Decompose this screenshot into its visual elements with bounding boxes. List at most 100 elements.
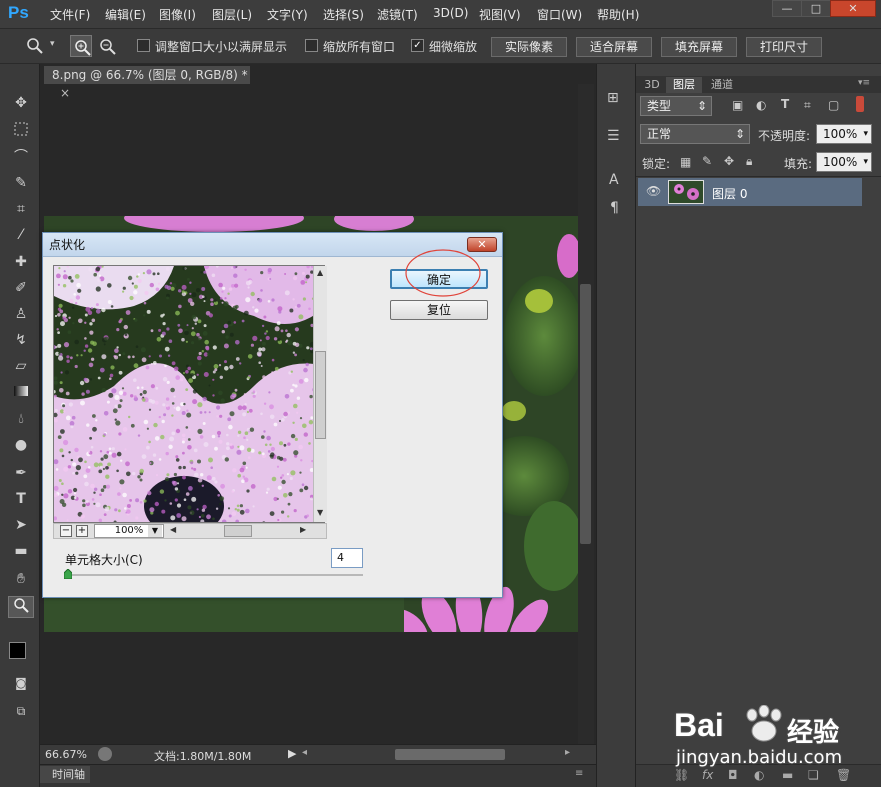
reset-button[interactable]: 复位: [390, 300, 488, 320]
menu-type[interactable]: 文字(Y): [267, 6, 308, 23]
print-size-button[interactable]: 打印尺寸: [746, 37, 822, 57]
tab-layers[interactable]: 图层: [666, 77, 702, 93]
tab-3d[interactable]: 3D: [640, 77, 664, 93]
panel-menu-icon[interactable]: ▾≡: [858, 78, 870, 88]
menu-bar: Ps 文件(F) 编辑(E) 图像(I) 图层(L) 文字(Y) 选择(S) 滤…: [0, 0, 881, 29]
preview-zoom-in-button[interactable]: +: [76, 525, 88, 537]
lock-transparency-icon[interactable]: ▦: [680, 155, 691, 169]
lock-all-icon[interactable]: 🔒︎: [746, 154, 752, 169]
canvas-vertical-scroll-thumb[interactable]: [580, 284, 591, 544]
scrubby-zoom-checkbox[interactable]: ✓: [411, 39, 424, 52]
filter-preview[interactable]: [53, 265, 325, 523]
actual-pixels-button[interactable]: 实际像素: [491, 37, 567, 57]
eraser-tool-icon[interactable]: ▱: [11, 357, 31, 375]
history-brush-tool-icon[interactable]: ↯: [11, 331, 31, 349]
menu-layer[interactable]: 图层(L): [212, 6, 252, 23]
menu-3d[interactable]: 3D(D): [433, 6, 468, 20]
layer-row[interactable]: 👁︎ 图层 0: [638, 178, 862, 206]
move-tool-icon[interactable]: ✥: [11, 94, 31, 112]
foreground-color-swatch[interactable]: [9, 642, 26, 659]
menu-filter[interactable]: 滤镜(T): [377, 6, 418, 23]
fit-screen-button[interactable]: 适合屏幕: [576, 37, 652, 57]
hscroll-left-icon[interactable]: ◂: [302, 747, 307, 758]
timeline-tab[interactable]: 时间轴: [40, 766, 90, 783]
character-panel-icon[interactable]: A: [609, 172, 619, 188]
document-close-icon[interactable]: ×: [60, 86, 70, 100]
filter-kind-select[interactable]: 类型 ⇕: [640, 96, 712, 116]
hscroll-right-icon[interactable]: ▸: [565, 747, 570, 758]
maximize-button[interactable]: □: [801, 0, 831, 17]
quick-mask-icon[interactable]: ◙: [11, 674, 31, 692]
filter-shape-icon[interactable]: ⌗: [804, 98, 811, 113]
layer-visibility-eye-icon[interactable]: 👁︎: [646, 184, 661, 198]
menu-image[interactable]: 图像(I): [159, 6, 196, 23]
preview-vscroll-thumb[interactable]: [315, 351, 326, 439]
menu-view[interactable]: 视图(V): [479, 6, 521, 23]
status-menu-icon[interactable]: [98, 747, 112, 761]
canvas-vertical-scrollbar[interactable]: [578, 84, 594, 744]
cell-size-slider-thumb[interactable]: [63, 568, 73, 580]
history-panel-icon[interactable]: ⊞: [607, 90, 619, 106]
preview-hscroll-thumb[interactable]: [224, 525, 252, 537]
marquee-tool-icon[interactable]: [11, 121, 31, 139]
properties-panel-icon[interactable]: ☰: [607, 128, 620, 144]
crop-tool-icon[interactable]: ⌗: [11, 200, 31, 218]
pen-tool-icon[interactable]: ✒: [11, 464, 31, 482]
cell-size-slider-track[interactable]: [65, 574, 363, 576]
document-tab[interactable]: 8.png @ 66.7% (图层 0, RGB/8) * ×: [44, 66, 250, 100]
filter-pixel-icon[interactable]: ▣: [732, 98, 743, 112]
eyedropper-tool-icon[interactable]: ⁄: [11, 226, 31, 244]
layer-name[interactable]: 图层 0: [712, 185, 747, 202]
zoom-out-icon[interactable]: [96, 35, 118, 57]
gradient-tool-icon[interactable]: [11, 384, 31, 402]
brush-tool-icon[interactable]: ✐: [11, 279, 31, 297]
lock-pixels-icon[interactable]: ✎: [702, 154, 712, 168]
blend-mode-select[interactable]: 正常 ⇕: [640, 124, 750, 144]
menu-file[interactable]: 文件(F): [50, 6, 90, 23]
filter-adjustment-icon[interactable]: ◐: [756, 98, 766, 112]
lasso-tool-icon[interactable]: ⌒: [11, 148, 31, 166]
dodge-tool-icon[interactable]: ●: [11, 436, 31, 454]
menu-select[interactable]: 选择(S): [323, 6, 364, 23]
close-window-button[interactable]: ✕: [830, 0, 876, 17]
quick-select-tool-icon[interactable]: ✎: [11, 174, 31, 192]
zoom-all-checkbox[interactable]: [305, 39, 318, 52]
menu-edit[interactable]: 编辑(E): [105, 6, 146, 23]
clone-stamp-tool-icon[interactable]: ♙: [11, 305, 31, 323]
filter-toggle-icon[interactable]: [856, 96, 864, 112]
opacity-label: 不透明度:: [758, 129, 811, 143]
zoom-in-icon[interactable]: [70, 35, 92, 57]
zoom-level[interactable]: 66.67%: [45, 748, 87, 761]
preview-vertical-scrollbar[interactable]: ▲ ▼: [313, 266, 327, 522]
opacity-input[interactable]: 100% ▾: [816, 124, 872, 144]
preview-zoom-dropdown-icon[interactable]: ▼: [148, 525, 162, 537]
type-tool-icon[interactable]: T: [11, 490, 31, 508]
menu-window[interactable]: 窗口(W): [537, 6, 582, 23]
filter-smart-object-icon[interactable]: ▢: [828, 98, 839, 112]
blur-tool-icon[interactable]: 💧︎: [11, 410, 31, 428]
zoom-tool-icon[interactable]: [26, 37, 44, 55]
status-expand-icon[interactable]: ▶: [288, 747, 296, 760]
filter-type-icon[interactable]: T: [781, 97, 789, 111]
fill-input[interactable]: 100% ▾: [816, 152, 872, 172]
preview-zoom-out-button[interactable]: −: [60, 525, 72, 537]
rectangle-tool-icon[interactable]: ▬: [11, 542, 31, 560]
tab-channels[interactable]: 通道: [704, 77, 740, 93]
tool-preset-chevron-icon[interactable]: ▾: [50, 39, 55, 49]
menu-help[interactable]: 帮助(H): [597, 6, 639, 23]
document-size: 文档:1.80M/1.80M: [154, 750, 252, 763]
status-bar: 66.67% 文档:1.80M/1.80M ▶ ◂ ▸: [40, 744, 596, 764]
fill-screen-button[interactable]: 填充屏幕: [661, 37, 737, 57]
cell-size-input[interactable]: 4: [331, 548, 363, 568]
screen-mode-icon[interactable]: ⧉: [11, 702, 31, 720]
lock-position-icon[interactable]: ✥: [724, 154, 734, 168]
zoom-tool-icon[interactable]: [8, 596, 34, 618]
healing-brush-tool-icon[interactable]: ✚: [11, 253, 31, 271]
minimize-button[interactable]: —: [772, 0, 802, 17]
path-select-tool-icon[interactable]: ➤: [11, 516, 31, 534]
paragraph-panel-icon[interactable]: ¶: [610, 200, 619, 216]
fit-window-checkbox[interactable]: [137, 39, 150, 52]
hand-tool-icon[interactable]: ✋︎: [11, 570, 31, 588]
canvas-horizontal-scroll-thumb[interactable]: [395, 749, 505, 760]
timeline-menu-icon[interactable]: ≡: [575, 768, 583, 779]
